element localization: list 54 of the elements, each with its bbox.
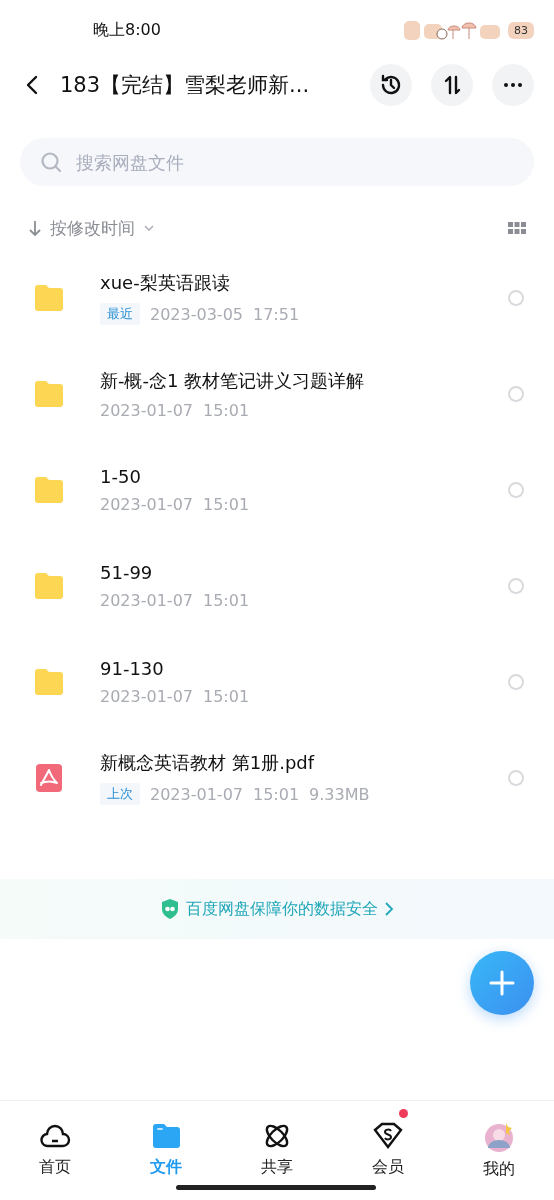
file-date: 2023-01-07 bbox=[100, 400, 193, 420]
nav-tab[interactable]: 首页 bbox=[0, 1101, 111, 1200]
status-time: 晚上8:00 bbox=[93, 19, 161, 41]
file-name[interactable]: 91-130 bbox=[100, 658, 508, 679]
pdf-file-icon bbox=[33, 762, 65, 794]
folder-icon bbox=[150, 1121, 183, 1151]
sort-button[interactable] bbox=[431, 64, 473, 106]
more-icon bbox=[504, 83, 522, 87]
plus-icon bbox=[488, 969, 516, 997]
select-checkbox[interactable] bbox=[508, 482, 524, 498]
avatar bbox=[482, 1121, 515, 1153]
add-button[interactable] bbox=[470, 951, 534, 1015]
file-date: 2023-01-07 bbox=[150, 784, 243, 804]
file-tag: 上次 bbox=[100, 783, 140, 805]
file-date: 2023-03-05 bbox=[150, 304, 243, 324]
select-checkbox[interactable] bbox=[508, 386, 524, 402]
history-button[interactable] bbox=[370, 64, 412, 106]
nav-tab[interactable]: 我的 bbox=[443, 1101, 554, 1200]
file-tag: 最近 bbox=[100, 303, 140, 325]
folder-icon bbox=[33, 572, 65, 600]
more-button[interactable] bbox=[492, 64, 534, 106]
file-name[interactable]: 1-50 bbox=[100, 466, 508, 487]
nav-tab[interactable]: 共享 bbox=[221, 1101, 333, 1200]
file-time: 15:01 bbox=[203, 687, 250, 706]
folder-icon bbox=[33, 476, 65, 504]
file-time: 15:01 bbox=[253, 784, 300, 804]
file-date: 2023-01-07 bbox=[100, 687, 193, 706]
file-size: 9.33MB bbox=[309, 784, 370, 804]
select-checkbox[interactable] bbox=[508, 674, 524, 690]
folder-icon bbox=[33, 284, 65, 312]
shield-icon bbox=[160, 898, 180, 920]
caret-icon bbox=[143, 223, 155, 233]
file-date: 2023-01-07 bbox=[100, 591, 193, 610]
folder-icon bbox=[33, 668, 65, 696]
file-time: 15:01 bbox=[203, 591, 250, 610]
arrow-down-icon bbox=[28, 219, 42, 237]
file-time: 15:01 bbox=[203, 400, 250, 420]
file-time: 15:01 bbox=[203, 495, 250, 514]
file-date: 2023-01-07 bbox=[100, 495, 193, 514]
file-name[interactable]: 新-概-念1 教材笔记讲义习题详解 bbox=[100, 368, 508, 393]
grid-view-icon[interactable] bbox=[508, 221, 526, 235]
battery-level: 83 bbox=[508, 21, 534, 39]
file-name[interactable]: 51-99 bbox=[100, 562, 508, 583]
file-name[interactable]: 新概念英语教材 第1册.pdf bbox=[100, 751, 508, 775]
select-checkbox[interactable] bbox=[508, 770, 524, 786]
file-name[interactable]: xue-梨英语跟读 bbox=[100, 271, 508, 295]
chevron-right-icon bbox=[384, 901, 394, 917]
history-icon bbox=[379, 73, 403, 97]
select-checkbox[interactable] bbox=[508, 578, 524, 594]
folder-title: 183【完结】雪梨老师新... bbox=[60, 72, 311, 99]
file-time: 17:51 bbox=[253, 304, 300, 324]
folder-icon bbox=[33, 380, 65, 408]
search-field[interactable]: 搜索网盘文件 bbox=[20, 138, 534, 186]
select-checkbox[interactable] bbox=[508, 290, 524, 306]
